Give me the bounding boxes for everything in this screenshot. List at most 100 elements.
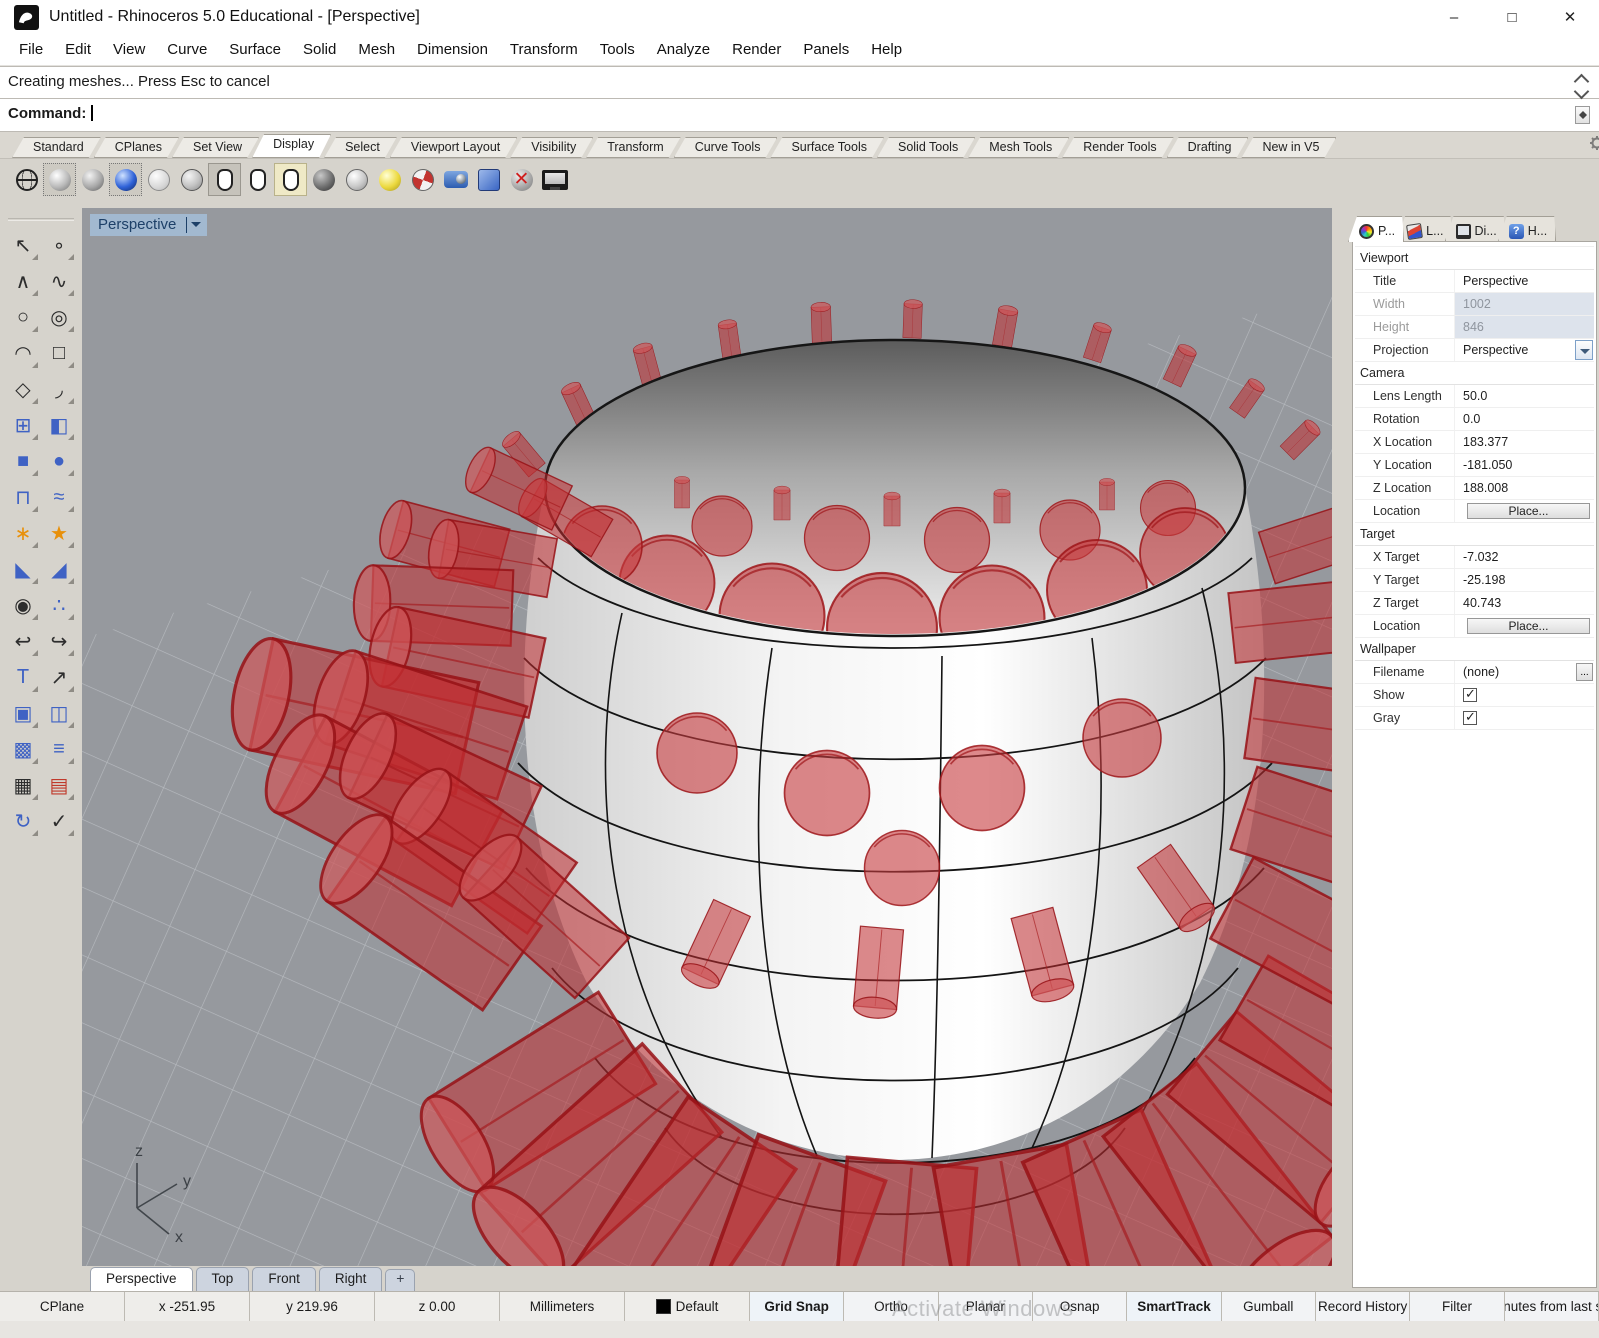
property-value-cell[interactable]: Perspective Perspective ... [1455,270,1594,292]
toolbar-tab[interactable]: Curve Tools [674,137,778,158]
property-value-cell[interactable]: (none) (none) ... [1455,661,1594,683]
ellipse-icon[interactable]: ◎ [42,300,76,334]
xray-display-icon[interactable] [175,163,208,196]
status-cell[interactable]: y 219.96 [250,1292,375,1321]
menu-item[interactable]: Edit [54,41,102,58]
status-cell[interactable]: z 0.00 [375,1292,500,1321]
menu-item[interactable]: Transform [499,41,589,58]
compass-display-icon[interactable] [406,163,439,196]
menu-item[interactable]: Render [721,41,792,58]
property-value[interactable]: Perspective [1463,274,1528,288]
rectangle-icon[interactable]: □ [42,336,76,370]
place-button[interactable]: Place... [1467,503,1590,519]
tab-properties[interactable]: P... [1348,216,1404,242]
select-arrow-icon[interactable]: ↖ [6,228,40,262]
status-toggle[interactable]: SmartTrack [1127,1292,1221,1321]
rebuild-curve-icon[interactable]: ↪ [42,624,76,658]
fullscreen-display-icon[interactable] [538,163,571,196]
mouse-pan-icon[interactable] [274,163,307,196]
property-value-cell[interactable]: 50.0 50.0 ... [1455,385,1594,407]
shaded-display-icon[interactable] [43,163,76,196]
property-value-cell[interactable]: 846 846 ... [1455,316,1594,338]
pen-display-icon[interactable] [340,163,373,196]
scroll-down-icon[interactable] [1574,88,1590,98]
chamfer-edge-icon[interactable]: ◢ [42,552,76,586]
copy-icon[interactable]: ▣ [6,696,40,730]
status-cell[interactable]: Default [625,1292,750,1321]
menu-item[interactable]: View [102,41,156,58]
checkbox[interactable] [1463,711,1477,725]
scale-icon[interactable]: ↗ [42,660,76,694]
text-icon[interactable]: T [6,660,40,694]
status-cell[interactable]: Millimeters [500,1292,625,1321]
perspective-viewport[interactable]: Perspective [82,208,1332,1266]
checkbox[interactable] [1463,688,1477,702]
surface-from-points-icon[interactable]: ⊞ [6,408,40,442]
scroll-up-icon[interactable] [1574,74,1590,84]
tab-layers[interactable]: L... [1396,216,1452,242]
property-value[interactable]: 0.0 [1463,412,1480,426]
tab-display[interactable]: Di... [1445,216,1506,242]
property-value-cell[interactable]: 1002 1002 ... [1455,293,1594,315]
menu-item[interactable]: Dimension [406,41,499,58]
toolbar-gear-icon[interactable] [1589,135,1599,156]
revolve-surface-icon[interactable]: ≈ [42,480,76,514]
close-button[interactable]: ✕ [1541,0,1599,34]
cylinder-icon[interactable]: ⊓ [6,480,40,514]
patch-surface-icon[interactable]: ◧ [42,408,76,442]
property-value[interactable]: Perspective [1463,343,1528,357]
menu-item[interactable]: Panels [792,41,860,58]
property-value[interactable]: (none) [1463,665,1499,679]
property-value[interactable]: -7.032 [1463,550,1498,564]
menu-item[interactable]: Surface [218,41,292,58]
toolbar-tab[interactable]: Transform [586,137,681,158]
viewport-menu-arrow-icon[interactable] [191,222,201,232]
property-value-cell[interactable]: Perspective Perspective ... [1455,339,1594,361]
scene-canvas[interactable]: z y x [82,208,1332,1266]
property-value[interactable]: 188.008 [1463,481,1508,495]
explode-icon[interactable]: ★ [42,516,76,550]
fillet-edge-icon[interactable]: ◣ [6,552,40,586]
status-cell[interactable]: x -251.95 [125,1292,250,1321]
property-value[interactable]: 846 [1463,320,1484,334]
toolbar-tab[interactable]: Viewport Layout [390,137,517,158]
toolbar-tab[interactable]: Display [252,134,331,158]
curve-blend-icon[interactable]: ◞ [42,372,76,406]
toolbar-tab[interactable]: Surface Tools [770,137,884,158]
viewport-title-menu[interactable]: Perspective [90,214,207,236]
status-toggle[interactable]: Planar [939,1292,1033,1321]
menu-item[interactable]: Solid [292,41,347,58]
shaded-gray-display-icon[interactable] [76,163,109,196]
maximize-button[interactable]: □ [1483,0,1541,34]
mouse-rotate-icon[interactable] [241,163,274,196]
toolbar-tab[interactable]: Select [324,137,397,158]
new-viewport-tab-button[interactable]: + [385,1269,415,1291]
menu-item[interactable]: Mesh [347,41,406,58]
status-toggle[interactable]: Grid Snap [750,1292,844,1321]
mirror-icon[interactable]: ◫ [42,696,76,730]
technical-display-icon[interactable] [208,163,241,196]
adjust-curve-icon[interactable]: ↩ [6,624,40,658]
polyline-icon[interactable]: ∧ [6,264,40,298]
toolbar-tab[interactable]: Standard [12,137,101,158]
raytraced-display-icon[interactable] [373,163,406,196]
property-value-cell[interactable]: -181.050 -181.050 ... [1455,454,1594,476]
status-toggle[interactable]: Gumball [1222,1292,1316,1321]
viewport-tab[interactable]: Top [196,1267,250,1291]
boolean-union-icon[interactable]: ∗ [6,516,40,550]
tab-help[interactable]: ? H... [1498,216,1556,242]
box-icon[interactable]: ■ [6,444,40,478]
status-toggle[interactable]: Minutes from last s... [1505,1292,1599,1321]
boolean-intersection-icon[interactable]: ∴ [42,588,76,622]
boolean-difference-icon[interactable]: ◉ [6,588,40,622]
property-value[interactable]: 183.377 [1463,435,1508,449]
property-value[interactable]: -181.050 [1463,458,1512,472]
property-value-cell[interactable]: -7.032 -7.032 ... [1455,546,1594,568]
viewport-tab[interactable]: Perspective [90,1267,193,1291]
property-value-cell[interactable]: 40.743 40.743 ... [1455,592,1594,614]
rendered-display-icon[interactable] [109,163,142,196]
toolbar-tab[interactable]: Drafting [1167,137,1249,158]
menu-item[interactable]: Curve [156,41,218,58]
artistic-display-icon[interactable] [307,163,340,196]
property-value-cell[interactable]: Place... Place... ... [1455,615,1594,637]
